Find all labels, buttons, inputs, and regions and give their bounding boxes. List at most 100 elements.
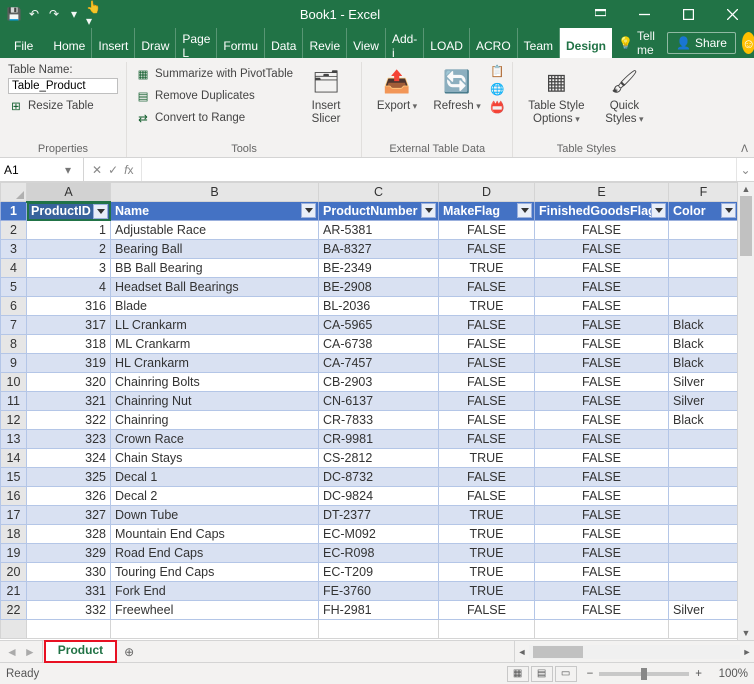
collapse-ribbon-icon[interactable]: ᐱ (741, 144, 748, 155)
style-options-button[interactable]: ▦ Table Style Options (521, 64, 591, 125)
cell[interactable]: FALSE (535, 221, 669, 240)
col-header-F[interactable]: F (669, 183, 738, 202)
cell[interactable]: 321 (27, 392, 111, 411)
export-button[interactable]: 📤 Export (370, 64, 424, 113)
tab-file[interactable]: File (8, 28, 47, 58)
cell[interactable]: 1 (27, 221, 111, 240)
cell[interactable]: FALSE (439, 373, 535, 392)
cell[interactable]: LL Crankarm (111, 316, 319, 335)
cell[interactable]: TRUE (439, 525, 535, 544)
cell[interactable]: EC-T209 (319, 563, 439, 582)
properties-icon[interactable]: 📋 (490, 64, 504, 78)
cell[interactable]: 320 (27, 373, 111, 392)
name-box-input[interactable] (0, 161, 60, 179)
row-header[interactable]: 22 (1, 601, 27, 620)
row-header[interactable]: 5 (1, 278, 27, 297)
undo-icon[interactable]: ↶ (26, 6, 42, 22)
cell[interactable]: FALSE (535, 373, 669, 392)
touch-mode-icon[interactable]: 👆▾ (86, 6, 102, 22)
cell[interactable]: CA-6738 (319, 335, 439, 354)
table-row[interactable]: 43BB Ball BearingBE-2349TRUEFALSE (1, 259, 738, 278)
table-row[interactable]: 54Headset Ball BearingsBE-2908FALSEFALSE (1, 278, 738, 297)
cell[interactable] (535, 620, 669, 639)
cell[interactable]: EC-R098 (319, 544, 439, 563)
cell[interactable]: Touring End Caps (111, 563, 319, 582)
cell[interactable]: FALSE (535, 449, 669, 468)
table-row[interactable]: 8318ML CrankarmCA-6738FALSEFALSEBlack (1, 335, 738, 354)
cell[interactable]: Blade (111, 297, 319, 316)
tab-load[interactable]: LOAD (424, 28, 470, 58)
unlink-icon[interactable]: 📛 (490, 100, 504, 114)
zoom-in-icon[interactable]: + (695, 668, 702, 680)
cell[interactable]: BL-2036 (319, 297, 439, 316)
scroll-right-icon[interactable]: ► (740, 641, 754, 662)
tab-revie[interactable]: Revie (303, 28, 347, 58)
cell[interactable]: 332 (27, 601, 111, 620)
ribbon-options-icon[interactable] (578, 0, 622, 28)
cell[interactable]: FALSE (439, 335, 535, 354)
cell[interactable]: CS-2812 (319, 449, 439, 468)
table-header-cell[interactable]: Color (669, 202, 738, 221)
cell[interactable]: Silver (669, 601, 738, 620)
cell[interactable]: CR-9981 (319, 430, 439, 449)
table-row[interactable]: 21331Fork EndFE-3760TRUEFALSE (1, 582, 738, 601)
cell[interactable]: CA-7457 (319, 354, 439, 373)
cell[interactable]: Black (669, 411, 738, 430)
row-header[interactable]: 21 (1, 582, 27, 601)
cell[interactable]: FALSE (535, 297, 669, 316)
row-header[interactable]: 16 (1, 487, 27, 506)
convert-range-button[interactable]: ⇄Convert to Range (135, 108, 293, 128)
hscroll-thumb[interactable] (533, 646, 583, 658)
cell[interactable]: FALSE (439, 278, 535, 297)
cell[interactable]: Chainring Nut (111, 392, 319, 411)
row-header[interactable]: 6 (1, 297, 27, 316)
cell[interactable]: Fork End (111, 582, 319, 601)
row-header[interactable]: 4 (1, 259, 27, 278)
cell[interactable] (669, 221, 738, 240)
table-row[interactable]: 16326Decal 2DC-9824FALSEFALSE (1, 487, 738, 506)
table-header-cell[interactable]: FinishedGoodsFlag (535, 202, 669, 221)
cell[interactable]: Black (669, 316, 738, 335)
cell[interactable]: FALSE (535, 544, 669, 563)
summarize-pivot-button[interactable]: ▦Summarize with PivotTable (135, 64, 293, 84)
cell[interactable]: 328 (27, 525, 111, 544)
name-box-dropdown-icon[interactable]: ▾ (60, 163, 76, 177)
scroll-up-icon[interactable]: ▲ (738, 182, 754, 196)
filter-button[interactable] (301, 203, 316, 218)
cell[interactable]: DT-2377 (319, 506, 439, 525)
maximize-button[interactable] (666, 0, 710, 28)
cell[interactable] (669, 278, 738, 297)
table-row[interactable]: 12322ChainringCR-7833FALSEFALSEBlack (1, 411, 738, 430)
table-row[interactable]: 14324Chain StaysCS-2812TRUEFALSE (1, 449, 738, 468)
cell[interactable]: FALSE (535, 601, 669, 620)
cell[interactable] (669, 468, 738, 487)
cell[interactable] (669, 620, 738, 639)
cell[interactable]: CN-6137 (319, 392, 439, 411)
cell[interactable]: Decal 1 (111, 468, 319, 487)
cell[interactable] (669, 525, 738, 544)
col-header-B[interactable]: B (111, 183, 319, 202)
select-all-cell[interactable] (1, 183, 27, 202)
cell[interactable]: Silver (669, 373, 738, 392)
tell-me[interactable]: 💡Tell me (612, 28, 661, 58)
cell[interactable]: 317 (27, 316, 111, 335)
insert-slicer-button[interactable]: 🗂 Insert Slicer (299, 64, 353, 125)
cell[interactable]: FALSE (535, 278, 669, 297)
filter-button[interactable] (651, 203, 666, 218)
cell[interactable]: Chainring (111, 411, 319, 430)
cell[interactable] (669, 582, 738, 601)
cell[interactable]: 326 (27, 487, 111, 506)
cell[interactable]: 322 (27, 411, 111, 430)
col-header-E[interactable]: E (535, 183, 669, 202)
cell[interactable]: TRUE (439, 544, 535, 563)
open-browser-icon[interactable]: 🌐 (490, 82, 504, 96)
cell[interactable]: FALSE (439, 240, 535, 259)
cell[interactable] (111, 620, 319, 639)
row-header[interactable]: 14 (1, 449, 27, 468)
filter-button[interactable] (93, 204, 108, 219)
cell[interactable]: Black (669, 354, 738, 373)
cell[interactable]: Adjustable Race (111, 221, 319, 240)
row-header[interactable]: 2 (1, 221, 27, 240)
cell[interactable]: FE-3760 (319, 582, 439, 601)
remove-duplicates-button[interactable]: ▤Remove Duplicates (135, 86, 293, 106)
